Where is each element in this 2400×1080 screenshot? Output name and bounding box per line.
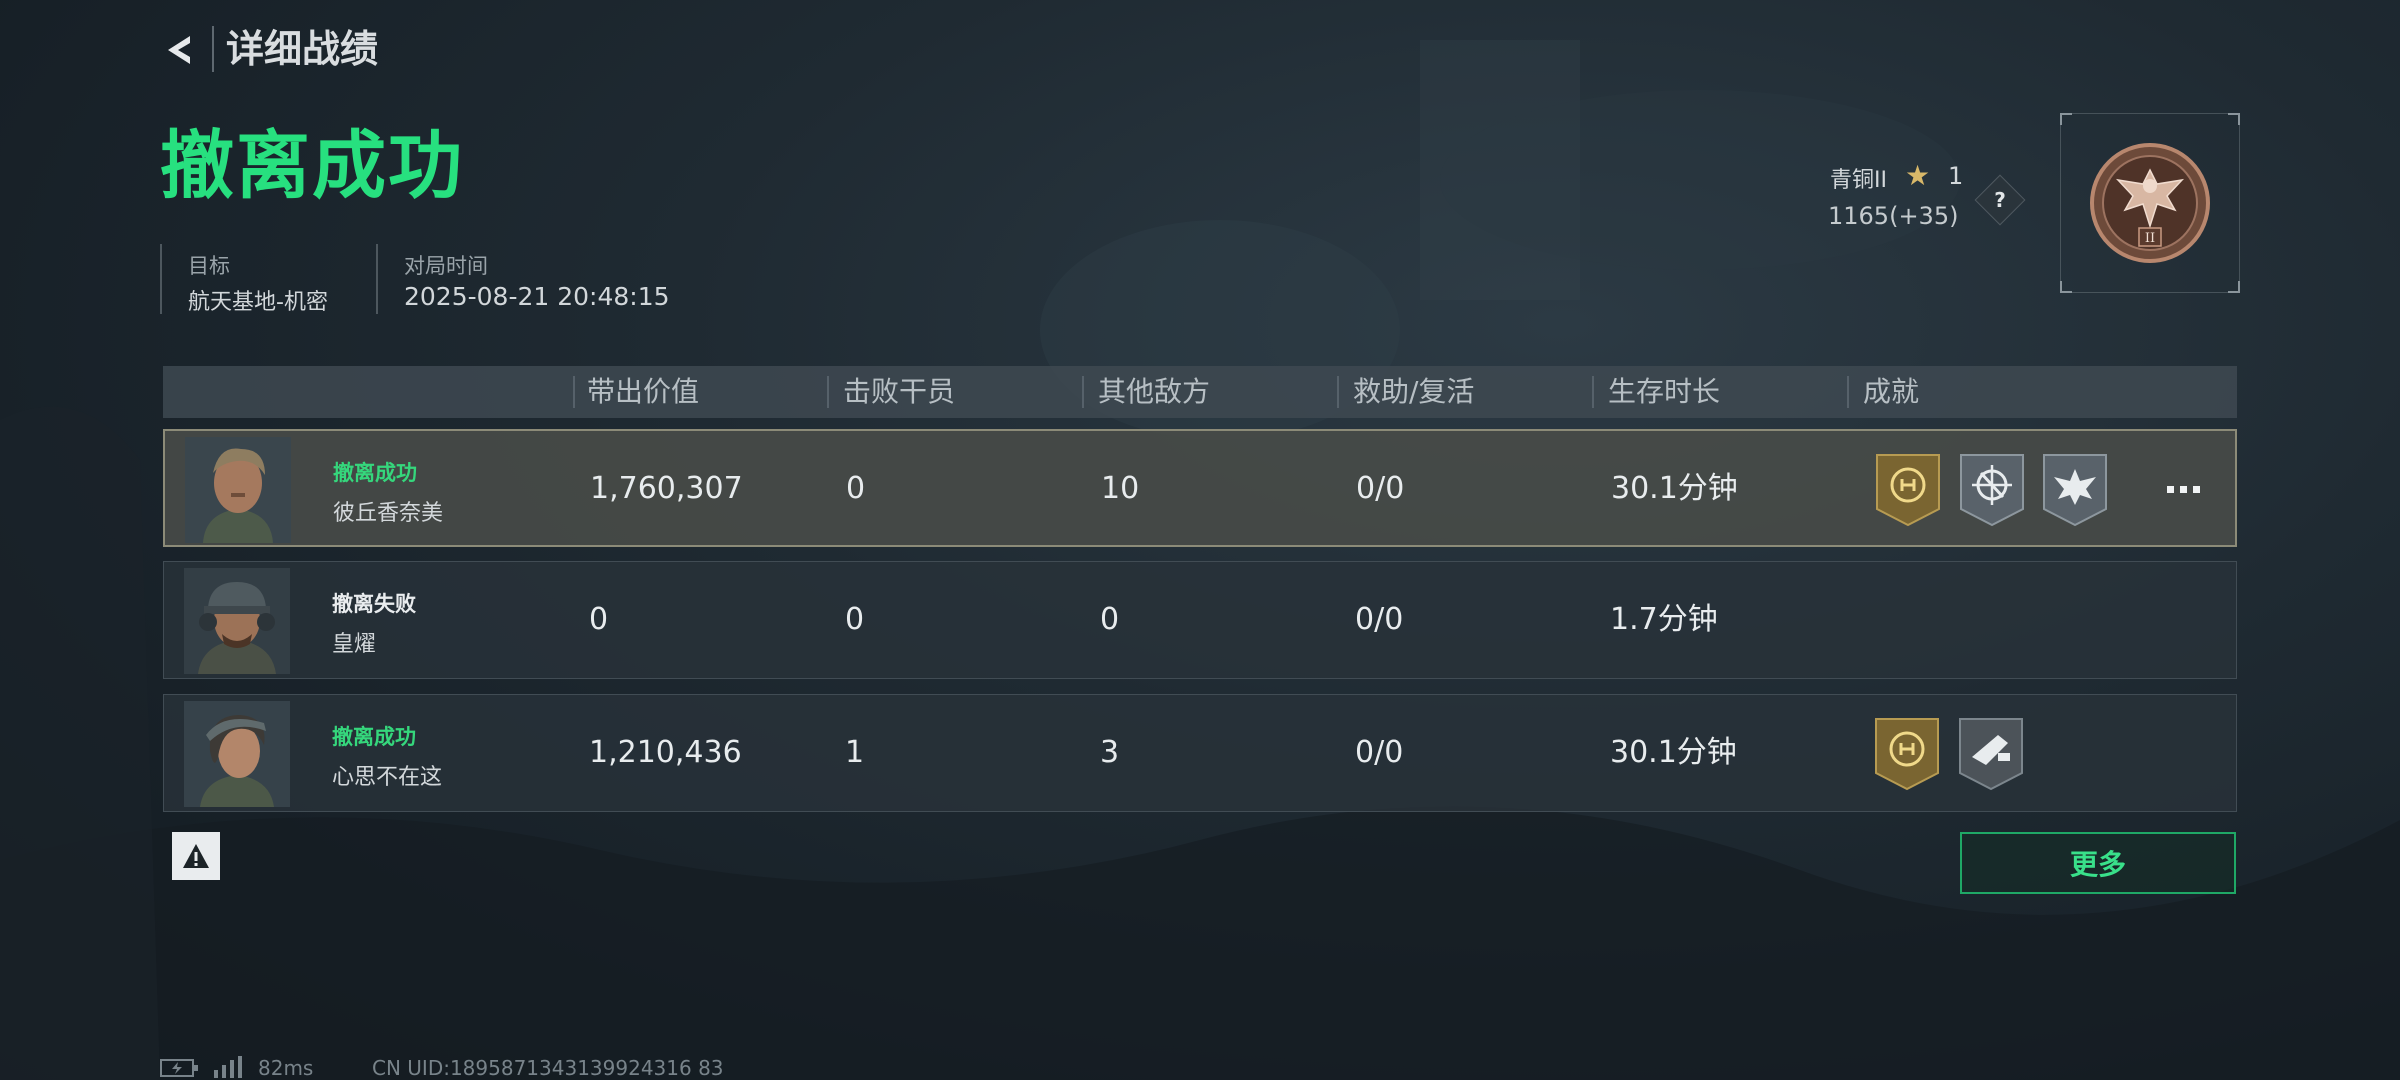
other-enemy-kills: 3	[1100, 735, 1120, 770]
assist-revive: 0/0	[1355, 735, 1404, 770]
match-result-title: 撤离成功	[160, 123, 464, 209]
player-name: 心思不在这	[332, 765, 443, 790]
signal-icon	[214, 1056, 242, 1078]
table-header: 带出价值 击败干员 其他敌方 救助/复活 生存时长 成就	[163, 366, 2237, 418]
extraction-status: 撤离失败	[332, 592, 416, 616]
report-button[interactable]	[172, 832, 220, 880]
back-chevron-icon	[168, 36, 190, 64]
player-name: 皇燿	[332, 632, 377, 657]
column-header-assist: 救助/复活	[1353, 375, 1475, 408]
operator-kills: 0	[845, 602, 865, 637]
rank-score: 1165(+35)	[1828, 202, 1959, 230]
gold-extraction-achievement-icon[interactable]	[1874, 717, 1940, 791]
column-header-kills: 击败干员	[843, 375, 956, 408]
rank-name: 青铜II	[1830, 168, 1887, 193]
warning-icon	[183, 844, 209, 868]
operator-kills: 0	[846, 471, 866, 506]
more-button[interactable]: 更多	[1960, 832, 2236, 894]
help-label: ?	[1994, 188, 2006, 212]
grey-eagle-achievement-icon[interactable]	[2042, 453, 2108, 527]
table-row[interactable]: 撤离失败 皇燿 0 0 0 0/0 1.7分钟	[163, 561, 2237, 679]
extracted-value: 1,210,436	[589, 735, 742, 770]
survival-time: 30.1分钟	[1611, 471, 1738, 506]
rank-help-button[interactable]: ?	[1974, 174, 2026, 226]
extracted-value: 0	[589, 602, 609, 637]
match-time-label: 对局时间	[404, 254, 488, 278]
table-row[interactable]: 撤离成功 彼丘香奈美 1,760,307 0 10 0/0 30.1分钟	[163, 429, 2237, 547]
star-icon: ★	[1905, 159, 1931, 192]
column-header-other-enemies: 其他敌方	[1098, 375, 1211, 408]
rank-badge-frame: II	[2060, 113, 2240, 293]
extraction-status: 撤离成功	[332, 725, 416, 749]
bronze-eagle-rank-badge-icon: II	[2090, 143, 2210, 263]
page-title: 详细战绩	[226, 27, 379, 71]
grey-crosshair-achievement-icon[interactable]	[1959, 453, 2025, 527]
meta-divider	[376, 244, 378, 314]
assist-revive: 0/0	[1355, 602, 1404, 637]
target-value: 航天基地-机密	[188, 290, 328, 315]
player-name: 彼丘香奈美	[333, 501, 444, 526]
survival-time: 1.7分钟	[1610, 602, 1718, 637]
header-divider	[212, 26, 214, 72]
grey-weapon-achievement-icon[interactable]	[1958, 717, 2024, 791]
operator-kills: 1	[845, 735, 865, 770]
meta-divider	[160, 244, 162, 314]
battery-icon	[160, 1059, 198, 1077]
more-button-label: 更多	[2069, 848, 2126, 881]
gold-extraction-achievement-icon[interactable]	[1875, 453, 1941, 527]
player-avatar	[184, 701, 290, 807]
extraction-status: 撤离成功	[333, 461, 417, 485]
other-enemy-kills: 0	[1100, 602, 1120, 637]
column-header-achievements: 成就	[1863, 375, 1920, 408]
player-uid: CN UID:1895871343139924316 83	[372, 1056, 724, 1080]
assist-revive: 0/0	[1356, 471, 1405, 506]
target-label: 目标	[188, 254, 230, 278]
match-time-value: 2025-08-21 20:48:15	[404, 282, 670, 311]
other-enemy-kills: 10	[1101, 471, 1140, 506]
ping-readout: 82ms	[258, 1056, 314, 1080]
player-avatar	[184, 568, 290, 674]
player-avatar	[185, 437, 291, 543]
survival-time: 30.1分钟	[1610, 735, 1737, 770]
badge-numeral: II	[2145, 231, 2155, 246]
column-header-survival: 生存时长	[1608, 375, 1721, 408]
table-row[interactable]: 撤离成功 心思不在这 1,210,436 1 3 0/0 30.1分钟	[163, 694, 2237, 812]
column-header-value: 带出价值	[587, 375, 700, 408]
back-button[interactable]	[158, 28, 202, 72]
rank-star-count: 1	[1948, 162, 1964, 190]
extracted-value: 1,760,307	[590, 471, 743, 506]
more-options-icon[interactable]	[2155, 461, 2211, 517]
